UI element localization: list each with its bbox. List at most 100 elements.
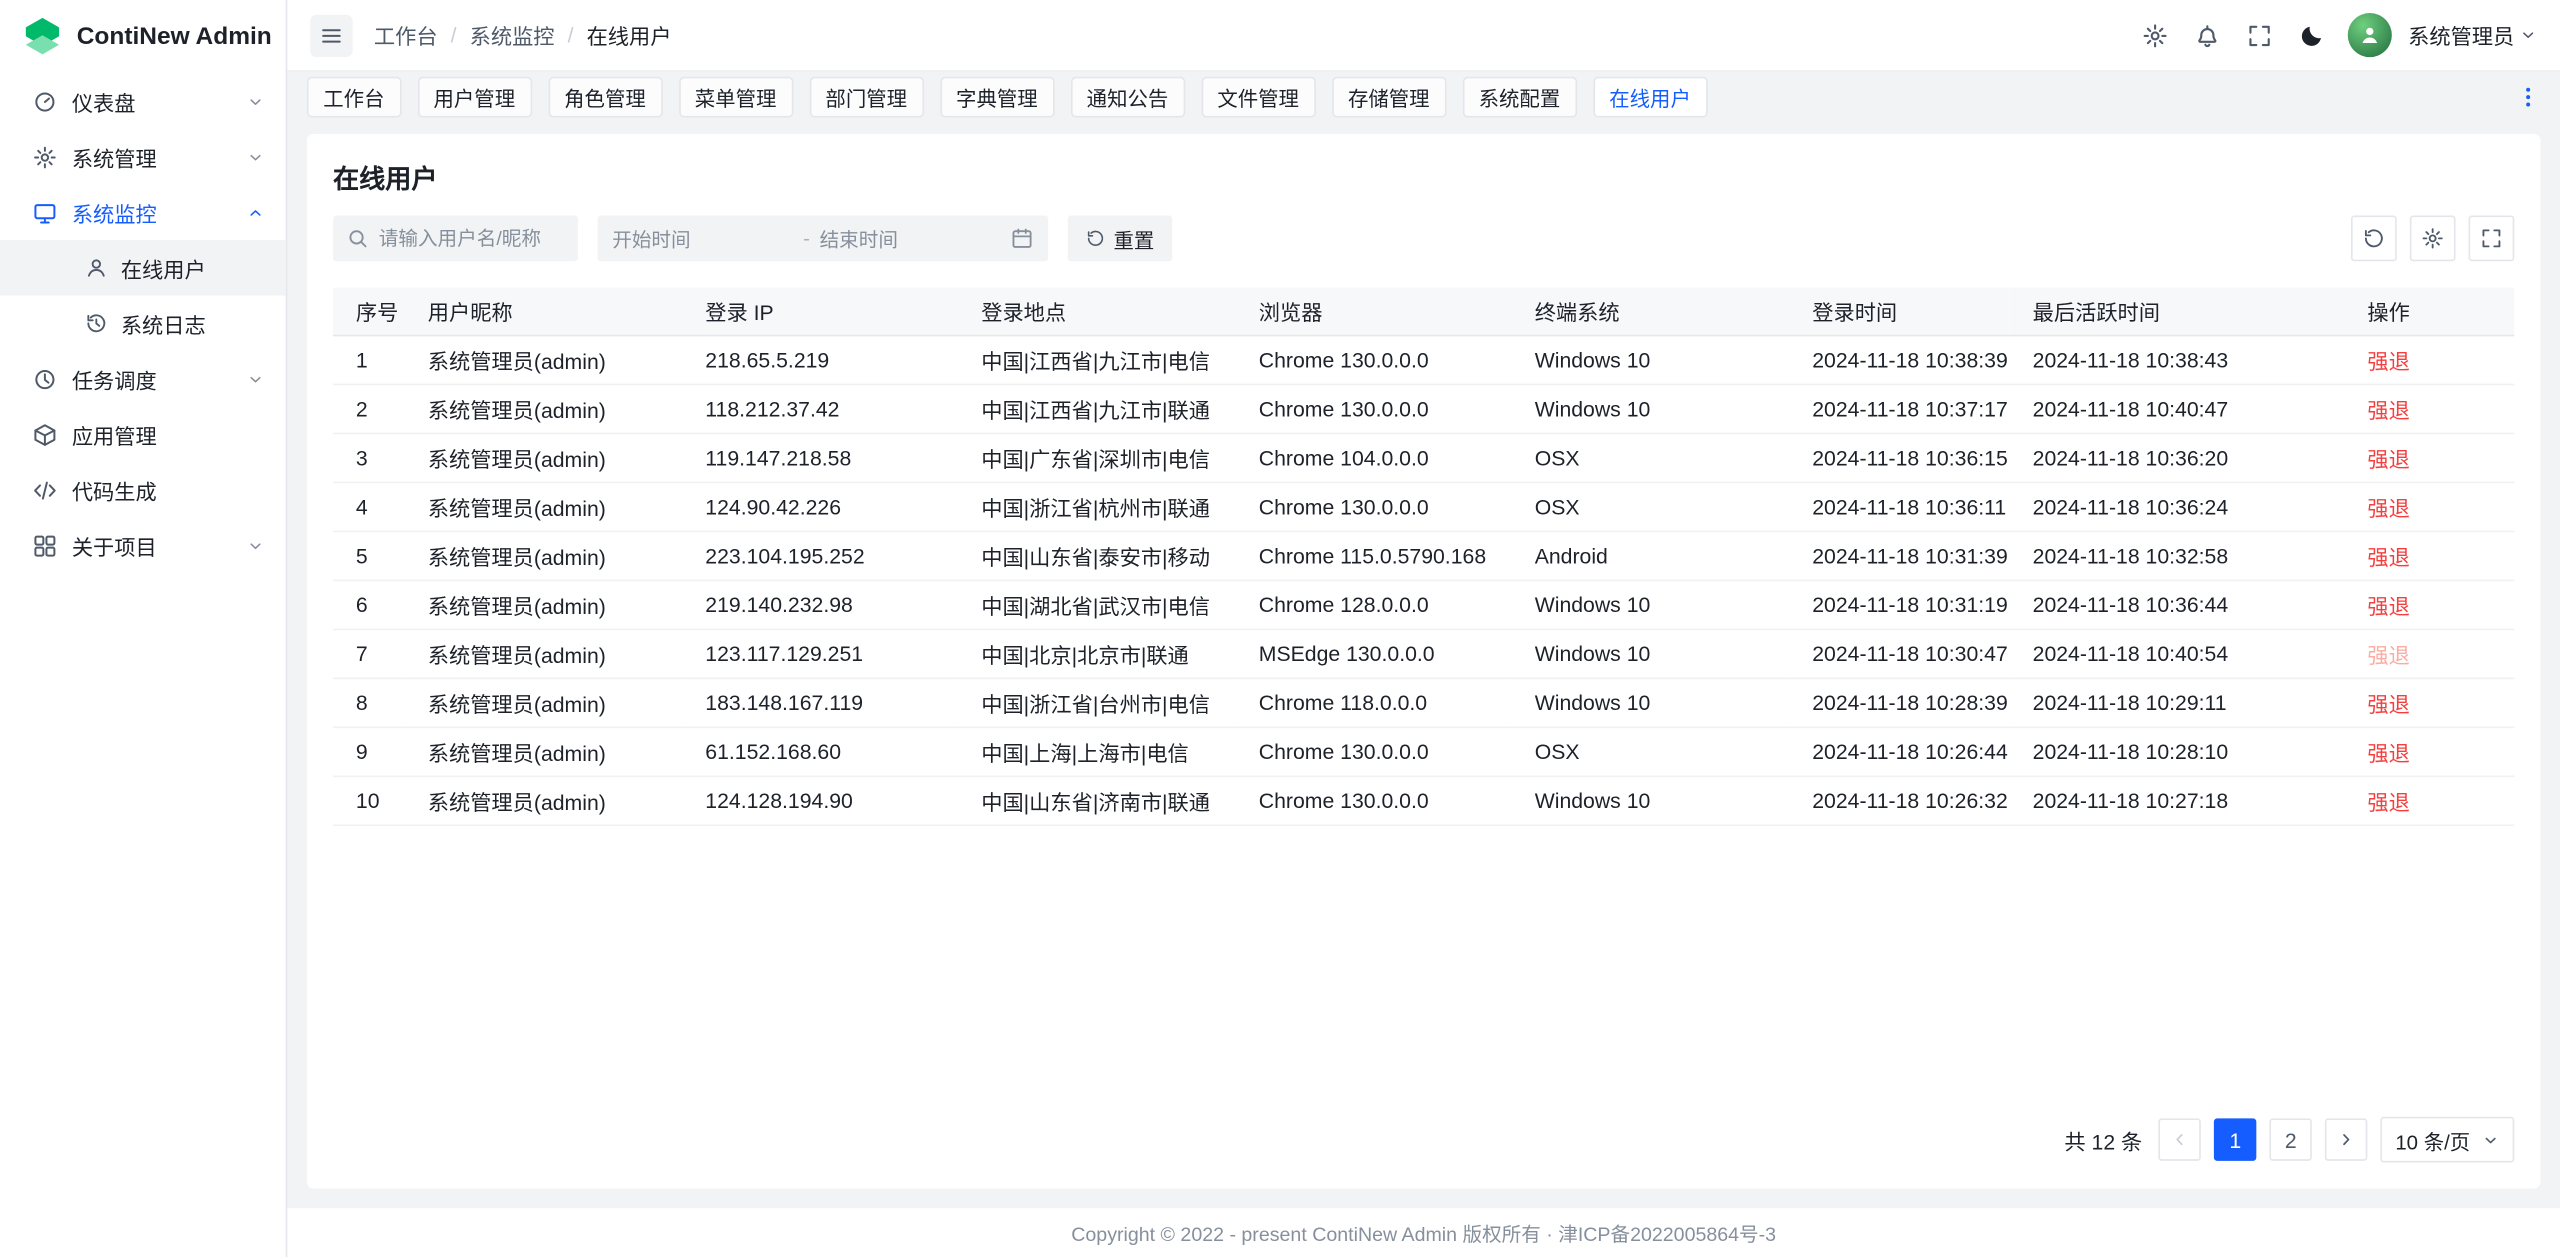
- sidebar-collapse-button[interactable]: [310, 14, 352, 56]
- cell-location: 中国|浙江省|台州市|电信: [958, 678, 1236, 727]
- force-logout-link[interactable]: 强退: [2367, 447, 2409, 471]
- tab[interactable]: 菜单管理: [678, 76, 792, 117]
- avatar[interactable]: [2348, 13, 2392, 57]
- sidebar-item-about-project[interactable]: 关于项目: [0, 518, 286, 574]
- sidebar-item-label: 系统监控: [72, 197, 232, 228]
- monitor-icon: [33, 200, 57, 224]
- pagination-total: 共 12 条: [2064, 1124, 2142, 1155]
- table-row: 3 系统管理员(admin) 119.147.218.58 中国|广东省|深圳市…: [333, 433, 2514, 482]
- footer: Copyright © 2022 - present ContiNew Admi…: [287, 1208, 2560, 1257]
- tab-label: 工作台: [323, 81, 384, 112]
- grid-icon: [33, 533, 57, 557]
- notifications-button[interactable]: [2184, 12, 2230, 58]
- force-logout-link[interactable]: 强退: [2367, 349, 2409, 373]
- page-size-select[interactable]: 10 条/页: [2381, 1117, 2515, 1163]
- tab[interactable]: 在线用户: [1593, 76, 1707, 117]
- force-logout-link[interactable]: 强退: [2367, 642, 2409, 666]
- pagination-page-2[interactable]: 2: [2270, 1118, 2312, 1160]
- refresh-button[interactable]: [2351, 216, 2397, 262]
- force-logout-link[interactable]: 强退: [2367, 740, 2409, 764]
- cell-last-active: 2024-11-18 10:27:18: [2010, 776, 2345, 825]
- tab[interactable]: 系统配置: [1462, 76, 1576, 117]
- tab[interactable]: 用户管理: [417, 76, 531, 117]
- cell-location: 中国|山东省|济南市|联通: [958, 776, 1236, 825]
- sidebar-item-label: 代码生成: [72, 474, 265, 505]
- tab[interactable]: 角色管理: [548, 76, 662, 117]
- cell-last-active: 2024-11-18 10:32:58: [2010, 531, 2345, 580]
- cell-location: 中国|江西省|九江市|联通: [958, 384, 1236, 433]
- force-logout-link[interactable]: 强退: [2367, 789, 2409, 813]
- pagination-prev-button[interactable]: [2159, 1118, 2201, 1160]
- sidebar-item-system-monitor[interactable]: 系统监控: [0, 184, 286, 240]
- cell-action: 强退: [2344, 384, 2514, 433]
- search-input[interactable]: [379, 227, 565, 250]
- column-settings-button[interactable]: [2410, 216, 2456, 262]
- pagination-page-1[interactable]: 1: [2214, 1118, 2256, 1160]
- column-header-login-time: 登录时间: [1789, 287, 2009, 334]
- menu-fold-icon: [320, 24, 343, 47]
- table-wrapper: 序号 用户昵称 登录 IP 登录地点 浏览器 终端系统 登录时间 最后活跃时间 …: [333, 287, 2514, 825]
- cell-ip: 118.212.37.42: [682, 384, 958, 433]
- breadcrumb-item[interactable]: 系统监控: [470, 20, 555, 51]
- tab[interactable]: 工作台: [307, 76, 401, 117]
- pagination-next-button[interactable]: [2325, 1118, 2367, 1160]
- chevron-down-icon: [247, 92, 265, 110]
- cell-no: 5: [333, 531, 405, 580]
- tab[interactable]: 存储管理: [1332, 76, 1446, 117]
- cell-login-time: 2024-11-18 10:26:44: [1789, 727, 2009, 776]
- sidebar-item-code-generation[interactable]: 代码生成: [0, 462, 286, 518]
- force-logout-link[interactable]: 强退: [2367, 398, 2409, 422]
- cell-location: 中国|上海|上海市|电信: [958, 727, 1236, 776]
- force-logout-link[interactable]: 强退: [2367, 691, 2409, 715]
- date-range-picker[interactable]: 开始时间 - 结束时间: [598, 216, 1049, 262]
- cell-ip: 119.147.218.58: [682, 433, 958, 482]
- column-header-ip: 登录 IP: [682, 287, 958, 334]
- cell-last-active: 2024-11-18 10:28:10: [2010, 727, 2345, 776]
- sidebar-item-app-management[interactable]: 应用管理: [0, 407, 286, 463]
- table-header: 序号 用户昵称 登录 IP 登录地点 浏览器 终端系统 登录时间 最后活跃时间 …: [333, 287, 2514, 334]
- cell-browser: MSEdge 130.0.0.0: [1236, 629, 1512, 678]
- cell-nickname: 系统管理员(admin): [405, 678, 683, 727]
- tab[interactable]: 部门管理: [809, 76, 923, 117]
- cell-os: Android: [1512, 531, 1790, 580]
- cell-action: 强退: [2344, 678, 2514, 727]
- sidebar-item-system-logs[interactable]: 系统日志: [0, 296, 286, 352]
- cell-ip: 219.140.232.98: [682, 580, 958, 629]
- tab-more-button[interactable]: [2516, 84, 2540, 108]
- cell-nickname: 系统管理员(admin): [405, 482, 683, 531]
- tab[interactable]: 通知公告: [1070, 76, 1184, 117]
- force-logout-link[interactable]: 强退: [2367, 544, 2409, 568]
- sidebar-item-system-management[interactable]: 系统管理: [0, 129, 286, 185]
- cell-action: 强退: [2344, 727, 2514, 776]
- fullscreen-icon: [2247, 22, 2273, 48]
- tab-label: 在线用户: [1609, 81, 1691, 112]
- tab[interactable]: 字典管理: [940, 76, 1054, 117]
- cell-os: Windows 10: [1512, 580, 1790, 629]
- code-icon: [33, 478, 57, 502]
- table-row: 5 系统管理员(admin) 223.104.195.252 中国|山东省|泰安…: [333, 531, 2514, 580]
- dark-mode-button[interactable]: [2289, 12, 2335, 58]
- user-menu[interactable]: 系统管理员: [2408, 20, 2537, 51]
- cell-ip: 61.152.168.60: [682, 727, 958, 776]
- cell-action: 强退: [2344, 482, 2514, 531]
- force-logout-link[interactable]: 强退: [2367, 593, 2409, 617]
- table-fullscreen-button[interactable]: [2469, 216, 2515, 262]
- cell-login-time: 2024-11-18 10:30:47: [1789, 629, 2009, 678]
- settings-button[interactable]: [2132, 12, 2178, 58]
- cell-login-time: 2024-11-18 10:36:11: [1789, 482, 2009, 531]
- breadcrumb-item[interactable]: 工作台: [374, 20, 438, 51]
- logo-icon: [21, 15, 63, 57]
- cell-os: Windows 10: [1512, 678, 1790, 727]
- sidebar-item-online-users[interactable]: 在线用户: [0, 240, 286, 296]
- reset-button[interactable]: 重置: [1068, 216, 1173, 262]
- sidebar-item-label: 系统日志: [121, 308, 206, 339]
- fullscreen-button[interactable]: [2237, 12, 2283, 58]
- online-users-card: 在线用户 开始时间 - 结束时间 重置: [307, 134, 2540, 1189]
- tab[interactable]: 文件管理: [1201, 76, 1315, 117]
- sidebar-item-dashboard[interactable]: 仪表盘: [0, 73, 286, 129]
- app-logo[interactable]: ContiNew Admin: [0, 0, 286, 72]
- force-logout-link[interactable]: 强退: [2367, 496, 2409, 520]
- moon-icon: [2299, 22, 2325, 48]
- chevron-left-icon: [2170, 1130, 2190, 1150]
- sidebar-item-task-scheduling[interactable]: 任务调度: [0, 351, 286, 407]
